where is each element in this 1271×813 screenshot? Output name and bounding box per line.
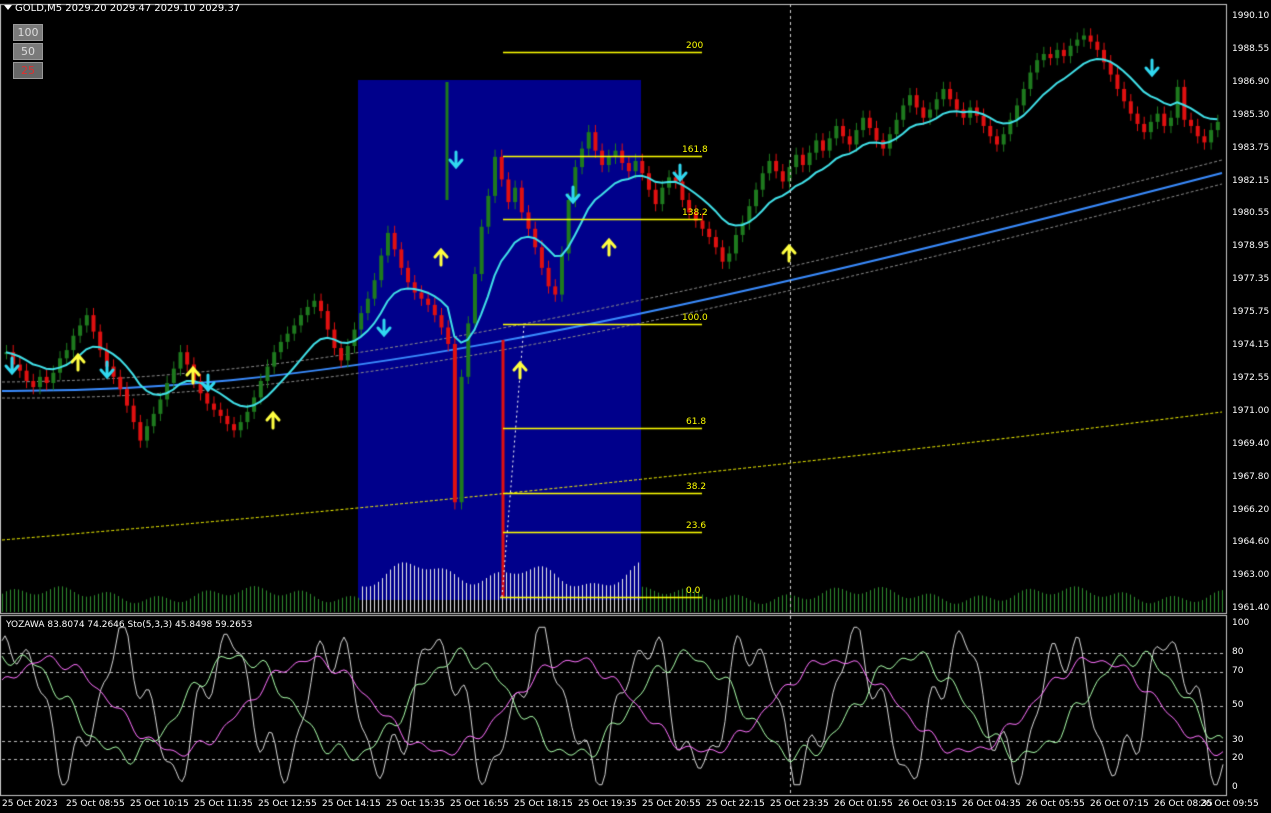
time-axis-label: 26 Oct 07:15: [1090, 799, 1149, 809]
time-axis-label: 26 Oct 03:15: [898, 799, 957, 809]
osc-axis-label: 70: [1232, 666, 1244, 676]
dropdown-triangle-icon[interactable]: [4, 5, 12, 10]
price-axis-label: 1986.90: [1232, 76, 1270, 87]
time-axis-label: 25 Oct 18:15: [514, 799, 573, 809]
symbol-header: GOLD,M5 2029.20 2029.47 2029.10 2029.37: [4, 3, 240, 14]
time-axis-label: 25 Oct 11:35: [194, 799, 253, 809]
time-axis-label: 26 Oct 04:35: [962, 799, 1021, 809]
fib-level-label: 61.8: [686, 417, 707, 427]
osc-axis-label: 50: [1232, 700, 1244, 710]
fib-level-label: 0.0: [686, 586, 701, 596]
price-axis-label: 1972.55: [1232, 372, 1270, 383]
time-axis-label: 25 Oct 16:55: [450, 799, 509, 809]
fib-level-label: 138.2: [682, 208, 708, 218]
time-axis-label: 25 Oct 08:55: [66, 799, 125, 809]
zoom-100-button[interactable]: 100: [13, 24, 43, 41]
osc-axis-label: 100: [1232, 618, 1250, 628]
symbol-header-text: GOLD,M5 2029.20 2029.47 2029.10 2029.37: [15, 3, 241, 14]
osc-axis-label: 80: [1232, 647, 1244, 657]
time-axis-label: 25 Oct 14:15: [322, 799, 381, 809]
time-axis-label: 26 Oct 05:55: [1026, 799, 1085, 809]
price-axis-label: 1963.00: [1232, 570, 1270, 581]
indicator-header: YOZAWA 83.8074 74.2646 Sto(5,3,3) 45.849…: [6, 620, 253, 630]
price-axis-label: 1988.55: [1232, 43, 1270, 54]
fib-level-label: 23.6: [686, 521, 707, 531]
zoom-50-button[interactable]: 50: [13, 43, 43, 60]
price-axis-label: 1974.15: [1232, 340, 1270, 350]
time-axis-label: 25 Oct 15:35: [386, 799, 445, 809]
osc-axis-label: 30: [1232, 735, 1244, 745]
price-axis-label: 1990.10: [1232, 11, 1270, 21]
fib-level-label: 161.8: [682, 145, 708, 155]
osc-axis-label: 0: [1232, 782, 1238, 792]
time-axis-label: 26 Oct 09:55: [1200, 799, 1259, 809]
price-axis-label: 1971.00: [1232, 405, 1270, 416]
price-chart-canvas[interactable]: [0, 0, 1271, 813]
time-axis-label: 25 Oct 23:35: [770, 799, 829, 809]
price-axis-label: 1964.60: [1232, 537, 1270, 548]
price-axis-label: 1977.35: [1232, 274, 1270, 285]
time-axis-label: 25 Oct 20:55: [642, 799, 701, 809]
price-axis-label: 1978.95: [1232, 241, 1270, 252]
fib-level-label: 38.2: [686, 482, 707, 492]
price-axis-label: 1983.75: [1232, 142, 1270, 153]
price-axis-label: 1975.75: [1232, 307, 1270, 318]
time-axis-label: 25 Oct 10:15: [130, 799, 189, 809]
price-axis-label: 1966.20: [1232, 504, 1270, 515]
time-axis-label: 25 Oct 19:35: [578, 799, 637, 809]
time-axis-label: 25 Oct 12:55: [258, 799, 317, 809]
fib-level-label: 200: [686, 41, 704, 51]
time-axis-label: 26 Oct 01:55: [834, 799, 893, 809]
price-axis-label: 1985.30: [1232, 109, 1270, 120]
price-axis-label: 1969.40: [1232, 438, 1270, 449]
price-axis-label: 1982.15: [1232, 175, 1270, 186]
price-axis-label: 1967.80: [1232, 471, 1270, 482]
price-axis-label: 1980.55: [1232, 208, 1270, 219]
price-axis-label: 1961.40: [1232, 603, 1270, 614]
zoom-25-button[interactable]: 25: [13, 62, 43, 79]
osc-axis-label: 20: [1232, 753, 1244, 763]
fib-level-label: 100.0: [682, 313, 708, 323]
time-axis-label: 25 Oct 22:15: [706, 799, 765, 809]
time-axis-label: 25 Oct 2023: [2, 799, 58, 809]
